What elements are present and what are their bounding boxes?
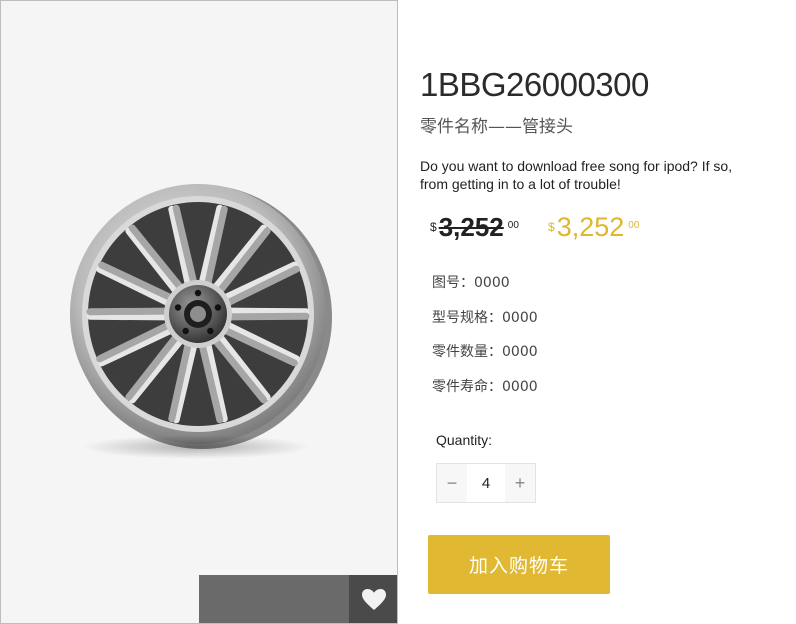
spec-value: 0000 [502, 344, 538, 360]
quantity-input[interactable] [467, 464, 505, 502]
spec-value: 0000 [502, 309, 538, 326]
product-description: Do you want to download free song for ip… [420, 158, 733, 192]
wheel-spoke [224, 312, 310, 321]
spec-list: 图号：0000 型号规格：0000 零件数量：0000 零件寿命：0000 [432, 272, 538, 410]
wheel-spoke [86, 307, 172, 316]
part-number: 1BBG26000300 [420, 66, 649, 103]
add-to-cart-button[interactable]: 加入购物车 [428, 535, 610, 594]
wheel-lug-nut [182, 327, 189, 335]
spec-row-lifespan: 零件寿命：0000 [432, 376, 538, 411]
product-image-panel [0, 0, 398, 624]
wishlist-button[interactable] [349, 575, 397, 623]
new-price: $3,252 00 [548, 212, 639, 243]
quantity-decrease-button[interactable]: − [437, 464, 467, 502]
wheel-lug-nut [207, 327, 214, 335]
wheel-lug-nut [194, 289, 202, 297]
spec-row-model: 型号规格：0000 [432, 307, 538, 342]
wheel-spoke [86, 312, 172, 321]
wheel-spoke [224, 307, 310, 316]
quantity-label: Quantity: [436, 432, 493, 448]
wheel-lug-nut [174, 304, 182, 311]
old-price: $3,252 00 [430, 212, 519, 243]
heart-icon [362, 589, 386, 610]
wheel-lug-nut [214, 304, 222, 311]
new-price-value: 3,252 [556, 212, 625, 242]
spec-label: 型号规格： [432, 309, 502, 326]
spec-label: 图号： [432, 275, 474, 291]
spec-row-drawing-number: 图号：0000 [432, 272, 538, 307]
old-currency: $ [430, 220, 437, 234]
quantity-stepper: − + [436, 463, 536, 503]
old-price-cents: 00 [507, 220, 519, 231]
image-caption-bar [199, 575, 349, 623]
part-name: 零件名称——管接头 [420, 117, 573, 137]
price-row: $3,252 00 $3,252 00 [430, 212, 770, 252]
alloy-wheel-image [63, 181, 333, 471]
quantity-increase-button[interactable]: + [505, 464, 535, 502]
spec-row-count: 零件数量：0000 [432, 341, 538, 376]
spec-value: 0000 [502, 378, 538, 395]
wheel-icon [70, 184, 332, 449]
new-price-cents: 00 [628, 220, 640, 231]
spec-label: 零件数量： [432, 344, 502, 360]
spec-label: 零件寿命： [432, 378, 502, 395]
new-currency: $ [548, 220, 555, 234]
spec-value: 0000 [474, 275, 510, 291]
wheel-shadow [81, 435, 311, 459]
old-price-value: 3,252 [438, 212, 504, 242]
